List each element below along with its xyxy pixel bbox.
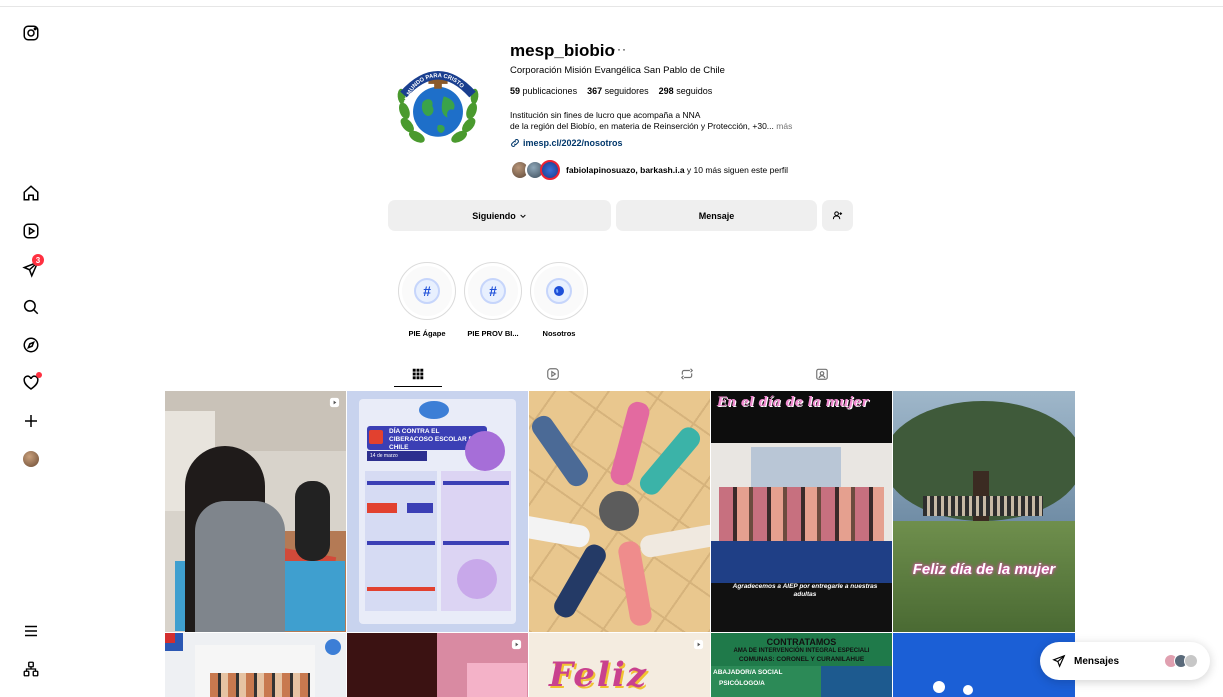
post-thumbnail[interactable] [347, 633, 528, 697]
profile-full-name: Corporación Misión Evangélica San Pablo … [510, 65, 725, 76]
job-role-2: PSICÓLOGO/A [719, 680, 765, 687]
mission-logo: EL MUNDO PARA CRISTO [397, 70, 479, 143]
highlight-pie-prov[interactable]: # PIE PROV BI... [464, 262, 522, 338]
home-icon[interactable] [20, 182, 42, 204]
website-link-text: imesp.cl/2022/nosotros [523, 138, 623, 148]
highlight-label: Nosotros [542, 329, 576, 338]
bio-line-1: Institución sin fines de lucro que acomp… [510, 110, 701, 120]
job-post-title: CONTRATAMOS [766, 637, 837, 647]
followed-by[interactable]: fabiolapinosuazo, barkash.i.a y 10 más s… [510, 160, 788, 180]
search-icon[interactable] [20, 296, 42, 318]
profile-username: mesp_biobio [510, 41, 615, 60]
tab-posts-grid[interactable] [408, 364, 428, 384]
profile-bio: Institución sin fines de lucro que acomp… [510, 110, 850, 132]
tab-reels[interactable] [543, 364, 563, 384]
direct-messages-icon [1052, 654, 1066, 668]
post-thumbnail[interactable]: En el día de la mujer Agradecemos a AIEP… [711, 391, 892, 632]
post-thumbnail[interactable]: CONTRATAMOS AMA DE INTERVENCIÓN INTEGRAL… [711, 633, 892, 697]
direct-messages-icon[interactable]: 3 [20, 254, 44, 280]
reel-badge-icon [329, 397, 340, 408]
followed-by-rest: y 10 más siguen este perfil [684, 165, 789, 175]
messages-launcher[interactable]: Mensajes [1040, 642, 1210, 680]
reel-badge-icon [693, 639, 704, 650]
follower-avatars [510, 160, 560, 180]
chevron-down-icon [520, 214, 526, 218]
infographic-date: 14 de marzo [367, 451, 427, 461]
reels-icon [547, 368, 559, 380]
job-post-program: AMA DE INTERVENCIÓN INTEGRAL ESPECIALI [733, 648, 870, 654]
create-plus-icon[interactable] [20, 410, 42, 432]
highlight-label: PIE PROV BI... [467, 329, 519, 338]
tab-tagged[interactable] [812, 364, 832, 384]
meta-apps-icon[interactable] [20, 658, 42, 680]
bio-line-2: de la región del Biobío, en materia de R… [510, 121, 774, 131]
explore-icon[interactable] [20, 334, 42, 356]
profile-avatar[interactable] [20, 448, 42, 470]
suggested-users-button[interactable] [822, 200, 853, 231]
profile-website-link[interactable]: imesp.cl/2022/nosotros [510, 138, 623, 148]
post-overlay-text: Feliz día de la mujer [912, 561, 1056, 578]
notifications-badge: 3 [32, 254, 44, 266]
post-heading: En el día de la mujer [717, 395, 869, 410]
highlight-pie-agape[interactable]: # PIE Ágape [398, 262, 456, 338]
following-stat[interactable]: 298 seguidos [659, 86, 713, 96]
post-thumbnail[interactable]: Feliz día de la mujer [893, 391, 1075, 632]
posts-grid-icon [412, 368, 424, 380]
messages-label: Mensajes [1074, 655, 1120, 667]
message-button[interactable]: Mensaje [616, 200, 817, 231]
job-post-communes: COMUNAS: CORONEL Y CURANILAHUE [738, 656, 865, 663]
post-thumbnail[interactable] [529, 391, 710, 632]
post-thumbnail[interactable] [165, 633, 346, 697]
reels-icon[interactable] [20, 220, 42, 242]
job-role-1: ABAJADOR/A SOCIAL [713, 669, 783, 676]
post-caption: Agradecemos a AIEP por entregarle a nues… [725, 583, 885, 601]
link-icon [511, 139, 519, 147]
reel-badge-icon [511, 639, 522, 650]
reposts-icon [680, 368, 694, 380]
more-options-icon[interactable]: ··· [612, 42, 627, 56]
highlight-label: PIE Ágape [408, 329, 446, 338]
top-divider [0, 6, 1223, 7]
highlight-nosotros[interactable]: Nosotros [530, 262, 588, 338]
bio-more-link[interactable]: más [776, 121, 792, 131]
hashtag-icon: # [480, 278, 506, 304]
instagram-logo-icon[interactable] [20, 22, 42, 44]
globe-icon [546, 278, 572, 304]
active-tab-indicator [394, 386, 442, 387]
profile-stats: 59 publicaciones 367 seguidores 298 segu… [510, 86, 712, 96]
menu-icon[interactable] [20, 620, 42, 642]
post-overlay-text: Feliz [549, 655, 649, 695]
add-person-icon [832, 211, 843, 220]
hashtag-icon: # [414, 278, 440, 304]
followed-by-names: fabiolapinosuazo, barkash.i.a [566, 165, 685, 175]
left-sidebar: 3 [0, 0, 62, 697]
tab-reposts[interactable] [677, 364, 697, 384]
post-thumbnail[interactable]: DÍA CONTRA EL CIBERACOSO ESCOLAR EN CHIL… [347, 391, 528, 632]
messages-avatars [1164, 654, 1198, 668]
profile-picture[interactable]: EL MUNDO PARA CRISTO [386, 54, 490, 158]
tagged-icon [816, 368, 828, 380]
following-button[interactable]: Siguiendo [388, 200, 611, 231]
post-thumbnail[interactable]: Feliz [529, 633, 710, 697]
followers-stat[interactable]: 367 seguidores [587, 86, 649, 96]
post-thumbnail[interactable] [165, 391, 346, 632]
posts-grid: DÍA CONTRA EL CIBERACOSO ESCOLAR EN CHIL… [165, 391, 1075, 697]
profile-tabs [0, 362, 1223, 388]
posts-stat: 59 publicaciones [510, 86, 578, 96]
